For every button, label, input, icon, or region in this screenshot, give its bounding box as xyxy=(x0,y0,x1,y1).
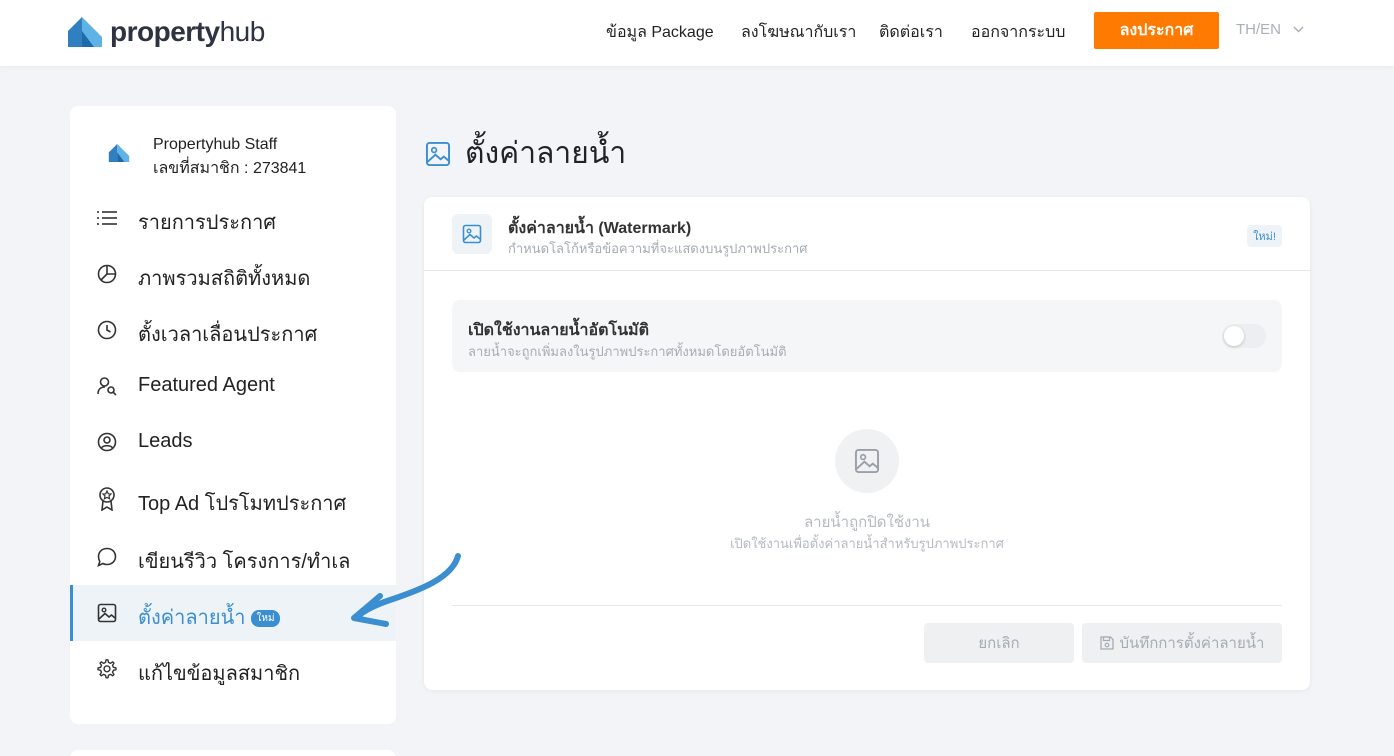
toggle-title: เปิดใช้งานลายน้ำอัตโนมัติ xyxy=(468,322,649,339)
user-search-icon xyxy=(96,375,118,397)
switch-knob xyxy=(1224,326,1244,346)
new-badge: ใหม่! xyxy=(1247,225,1282,247)
sidebar-item-label: Leads xyxy=(138,430,193,452)
nav-logout[interactable]: ออกจากระบบ xyxy=(971,20,1065,45)
card-icon-box xyxy=(452,214,492,254)
image-icon xyxy=(854,448,880,474)
auto-watermark-switch[interactable] xyxy=(1222,324,1266,348)
sidebar-item-label: ภาพรวมสถิติทั้งหมด xyxy=(138,268,311,290)
pie-chart-icon xyxy=(96,263,118,285)
sidebar-item-top-ad[interactable]: Top Ad โปรโมทประกาศ xyxy=(70,471,396,527)
annotation-arrow-icon xyxy=(351,553,461,627)
save-watermark-button[interactable]: บันทึกการตั้งค่าลายน้ำ xyxy=(1082,623,1282,663)
sidebar-item-edit-profile[interactable]: แก้ไขข้อมูลสมาชิก xyxy=(70,641,396,697)
auto-watermark-toggle-row: เปิดใช้งานลายน้ำอัตโนมัติ ลายน้ำจะถูกเพิ… xyxy=(452,300,1282,372)
image-icon xyxy=(96,602,118,624)
sidebar-item-schedule-bump[interactable]: ตั้งเวลาเลื่อนประกาศ xyxy=(70,302,396,358)
sidebar-secondary-panel xyxy=(70,750,396,756)
logo-mark-icon xyxy=(68,17,102,47)
profile-block: Propertyhub Staff เลขที่สมาชิก : 273841 xyxy=(70,132,396,182)
profile-name: Propertyhub Staff xyxy=(153,136,278,153)
image-icon xyxy=(462,224,482,244)
nav-contact[interactable]: ติดต่อเรา xyxy=(879,20,943,45)
nav-package-info[interactable]: ข้อมูล Package xyxy=(606,20,714,45)
list-icon xyxy=(96,207,118,229)
sidebar-item-label: Top Ad โปรโมทประกาศ xyxy=(138,493,347,515)
empty-state-icon-circle xyxy=(835,429,899,493)
sidebar-item-label: เขียนรีวิว โครงการ/ทำเล xyxy=(138,551,351,573)
gear-icon xyxy=(96,658,118,680)
language-label: TH/EN xyxy=(1236,21,1281,38)
sidebar-item-label: รายการประกาศ xyxy=(138,212,276,234)
page-heading: ตั้งค่าลายน้ำ xyxy=(425,130,626,177)
watermark-settings-card: ตั้งค่าลายน้ำ (Watermark) กำหนดโลโก้หรือ… xyxy=(424,197,1310,690)
post-listing-button[interactable]: ลงประกาศ xyxy=(1094,12,1219,49)
sidebar-item-leads[interactable]: Leads xyxy=(70,414,396,470)
save-button-label: บันทึกการตั้งค่าลายน้ำ xyxy=(1119,635,1265,652)
sidebar-item-listings[interactable]: รายการประกาศ xyxy=(70,190,396,246)
chat-bubble-icon xyxy=(96,546,118,568)
nav-advertise[interactable]: ลงโฆษณากับเรา xyxy=(741,20,856,45)
logo-text-bold: property xyxy=(110,16,220,47)
card-header: ตั้งค่าลายน้ำ (Watermark) กำหนดโลโก้หรือ… xyxy=(424,197,1310,271)
empty-state-subtitle: เปิดใช้งานเพื่อตั้งค่าลายน้ำสำหรับรูปภาพ… xyxy=(730,536,1004,551)
cancel-button[interactable]: ยกเลิก xyxy=(924,623,1074,663)
empty-state-title: ลายน้ำถูกปิดใช้งาน xyxy=(803,514,930,531)
card-subtitle: กำหนดโลโก้หรือข้อความที่จะแสดงบนรูปภาพปร… xyxy=(508,241,808,256)
sidebar-item-featured-agent[interactable]: Featured Agent xyxy=(70,358,396,414)
chevron-down-icon xyxy=(1293,26,1304,33)
page-title: ตั้งค่าลายน้ำ xyxy=(465,137,627,170)
clock-icon xyxy=(96,319,118,341)
new-badge: ใหม่ xyxy=(251,610,280,627)
sidebar-item-label: ตั้งค่าลายน้ำ xyxy=(138,607,246,629)
sidebar-item-label: ตั้งเวลาเลื่อนประกาศ xyxy=(138,324,318,346)
user-circle-icon xyxy=(96,431,118,453)
sidebar-item-label: Featured Agent xyxy=(138,374,275,396)
profile-logo-icon xyxy=(108,144,130,162)
toggle-subtitle: ลายน้ำจะถูกเพิ่มลงในรูปภาพประกาศทั้งหมดโ… xyxy=(468,344,787,359)
divider xyxy=(452,605,1282,606)
propertyhub-logo[interactable]: propertyhub xyxy=(68,16,265,48)
top-header: propertyhub ข้อมูล Package ลงโฆษณากับเรา… xyxy=(0,0,1394,66)
logo-text-light: hub xyxy=(219,16,266,47)
profile-member-id: เลขที่สมาชิก : 273841 xyxy=(153,160,307,177)
save-icon xyxy=(1099,636,1114,650)
language-switcher[interactable]: TH/EN xyxy=(1236,21,1304,38)
award-icon xyxy=(96,487,118,511)
sidebar-item-statistics[interactable]: ภาพรวมสถิติทั้งหมด xyxy=(70,246,396,302)
image-icon xyxy=(425,141,451,166)
sidebar-item-label: แก้ไขข้อมูลสมาชิก xyxy=(138,663,301,685)
